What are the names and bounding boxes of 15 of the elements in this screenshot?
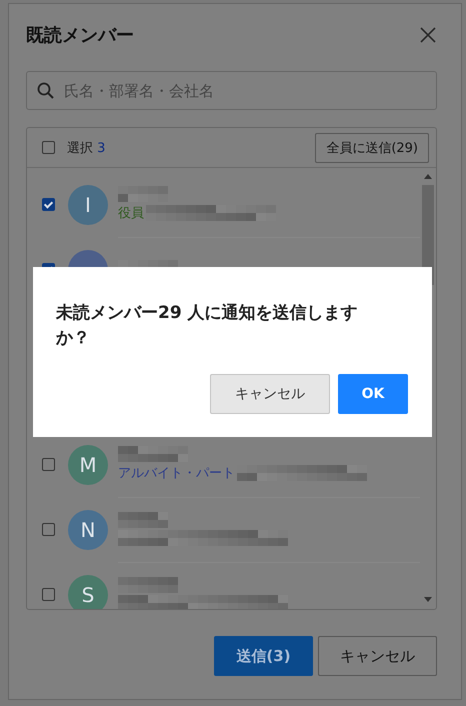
search-field[interactable]: 氏名・部署名・会社名 (26, 71, 437, 110)
dialog-title: 既読メンバー (26, 24, 134, 47)
avatar: S (68, 574, 108, 609)
cancel-button[interactable]: キャンセル (210, 374, 330, 414)
confirm-message: 未読メンバー29 人に通知を送信しますか？ (56, 302, 359, 350)
role-label: 役員 (118, 205, 144, 222)
send-all-button[interactable]: 全員に送信(29) (315, 132, 429, 162)
cancel-button[interactable]: キャンセル (318, 636, 437, 676)
selection-count: 選択 3 (67, 140, 106, 156)
role-label: アルバイト・パート (118, 465, 235, 482)
avatar: M (68, 444, 108, 484)
ok-button[interactable]: OK (338, 374, 408, 414)
avatar: I (68, 184, 108, 224)
send-button[interactable]: 送信(3) (214, 636, 313, 676)
avatar: N (68, 510, 108, 550)
